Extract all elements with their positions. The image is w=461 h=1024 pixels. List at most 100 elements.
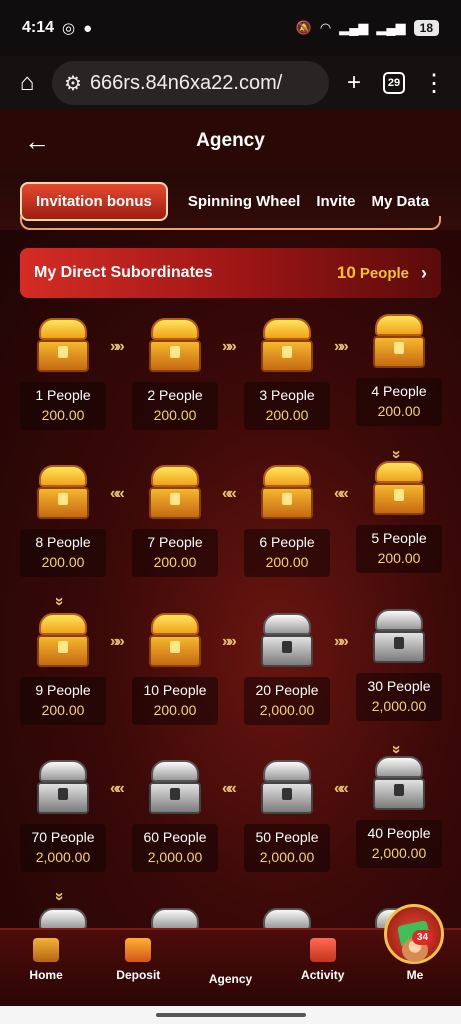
reward-row: 1 People 200.00 »» 2 People 200.00 »» 3 Pe…: [0, 314, 461, 456]
tab-count: 29: [383, 72, 405, 94]
reward-people: 7 People: [147, 534, 203, 550]
reward-amount: 200.00: [41, 702, 85, 718]
reward-cell[interactable]: 60 People 2,000.00: [131, 760, 219, 890]
gold-chest-icon: [145, 465, 205, 521]
reward-people: 6 People: [259, 534, 315, 550]
nav-agency[interactable]: Agency: [184, 904, 445, 1006]
reward-amount: 200.00: [153, 702, 197, 718]
reward-amount: 200.00: [41, 407, 85, 423]
home-icon: [33, 938, 60, 962]
reward-cell[interactable]: 20 People 2,000.00: [243, 613, 331, 743]
reward-people: 4 People: [371, 383, 427, 399]
reward-people: 5 People: [371, 530, 427, 546]
tab-my-data[interactable]: My Data: [372, 183, 430, 220]
direct-subordinates-banner[interactable]: My Direct Subordinates 10 People ›: [20, 248, 441, 298]
arrow-right-icon: »»: [334, 633, 349, 650]
reward-cell[interactable]: 2 People 200.00: [131, 318, 219, 448]
back-arrow-icon[interactable]: ←: [24, 126, 50, 157]
gold-chest-icon: [33, 465, 93, 521]
reward-people: 3 People: [259, 387, 315, 403]
silver-chest-icon: [33, 908, 93, 930]
reward-people: 20 People: [255, 682, 319, 698]
reward-cell-partial: [243, 908, 331, 930]
silver-chest-icon: [257, 613, 317, 669]
nav-label: Activity: [301, 968, 345, 982]
tab-invite[interactable]: Invite: [316, 183, 355, 220]
site-settings-icon[interactable]: ⚙: [64, 71, 82, 96]
reward-cell[interactable]: 7 People 200.00: [131, 465, 219, 595]
reward-people: 50 People: [255, 829, 319, 845]
nav-activity[interactable]: Activity: [277, 930, 369, 1006]
reward-cell[interactable]: 70 People 2,000.00: [19, 760, 107, 890]
arrow-left-icon: ««: [110, 485, 125, 502]
arrow-left-icon: ««: [110, 780, 125, 797]
silver-chest-icon: [257, 760, 317, 816]
reward-amount: 2,000.00: [371, 845, 427, 861]
more-menu-icon[interactable]: ⋮: [419, 68, 449, 98]
nav-deposit[interactable]: Deposit: [92, 930, 184, 1006]
browser-toolbar: ⌂ ⚙ 666rs.84n6xa22.com/ + 29 ⋮: [0, 56, 461, 110]
silver-chest-icon: [369, 756, 429, 812]
home-indicator-bar[interactable]: [156, 1013, 306, 1017]
nav-label: Home: [29, 968, 63, 982]
nav-me[interactable]: 34 Me: [369, 930, 461, 1006]
arrow-right-icon: »»: [110, 633, 125, 650]
reward-people: 8 People: [35, 534, 91, 550]
reward-cell[interactable]: 30 People 2,000.00: [355, 609, 443, 739]
address-bar[interactable]: ⚙ 666rs.84n6xa22.com/: [52, 61, 329, 105]
new-tab-icon[interactable]: +: [339, 68, 369, 98]
reward-cell[interactable]: 9 People 200.00: [19, 613, 107, 743]
reward-people: 30 People: [367, 678, 431, 694]
reward-amount: 200.00: [153, 407, 197, 423]
tab-spinning-wheel[interactable]: Spinning Wheel: [188, 183, 301, 220]
gold-chest-icon: [33, 613, 93, 669]
reward-cell[interactable]: 5 People 200.00: [355, 461, 443, 591]
reward-amount: 200.00: [265, 407, 309, 423]
arrow-right-icon: »»: [334, 338, 349, 355]
reward-amount: 200.00: [41, 554, 85, 570]
reward-cell[interactable]: 40 People 2,000.00: [355, 756, 443, 886]
reward-amount: 2,000.00: [259, 849, 315, 865]
reward-people: 40 People: [367, 825, 431, 841]
home-icon[interactable]: ⌂: [12, 68, 42, 98]
tab-invitation-bonus[interactable]: Invitation bonus: [20, 181, 168, 221]
reward-cell[interactable]: 4 People 200.00: [355, 314, 443, 444]
mute-icon: 🔕: [295, 20, 312, 35]
reward-cell-partial: [131, 908, 219, 930]
reward-cell[interactable]: 10 People 200.00: [131, 613, 219, 743]
reward-people: 9 People: [35, 682, 91, 698]
arrow-right-icon: »»: [222, 633, 237, 650]
gold-chest-icon: [145, 318, 205, 374]
subordinates-count: 10 People: [337, 263, 409, 283]
silver-chest-icon: [33, 760, 93, 816]
nav-home[interactable]: Home: [0, 930, 92, 1006]
reward-cell[interactable]: 6 People 200.00: [243, 465, 331, 595]
app-notification-icon: ●: [83, 19, 93, 37]
arrow-left-icon: ««: [222, 485, 237, 502]
reward-cell[interactable]: 1 People 200.00: [19, 318, 107, 448]
gold-chest-icon: [145, 613, 205, 669]
silver-chest-icon: [145, 908, 205, 930]
chevron-right-icon: ›: [421, 262, 427, 283]
subordinates-count-unit: People: [359, 265, 409, 282]
notification-badge: 34: [411, 930, 434, 945]
arrow-left-icon: ««: [222, 780, 237, 797]
nav-label: Me: [406, 968, 424, 982]
reward-cell[interactable]: 8 People 200.00: [19, 465, 107, 595]
reward-amount: 2,000.00: [147, 849, 203, 865]
signal-icon-2: ▂▄▆: [376, 20, 406, 35]
reward-cell[interactable]: 50 People 2,000.00: [243, 760, 331, 890]
wifi-icon: ◠: [319, 20, 332, 35]
reward-cell[interactable]: 3 People 200.00: [243, 318, 331, 448]
arrow-right-icon: »»: [222, 338, 237, 355]
gold-chest-icon: [369, 314, 429, 370]
page-title: Agency: [196, 130, 265, 151]
reward-amount: 2,000.00: [259, 702, 315, 718]
tab-panel-border: [20, 216, 441, 230]
status-time: 4:14: [22, 19, 55, 36]
reward-amount: 200.00: [153, 554, 197, 570]
tab-switcher-button[interactable]: 29: [379, 68, 409, 98]
arrow-left-icon: ««: [334, 780, 349, 797]
signal-icon: ▂▄▆: [339, 20, 369, 35]
arrow-down-icon: »: [387, 745, 405, 751]
